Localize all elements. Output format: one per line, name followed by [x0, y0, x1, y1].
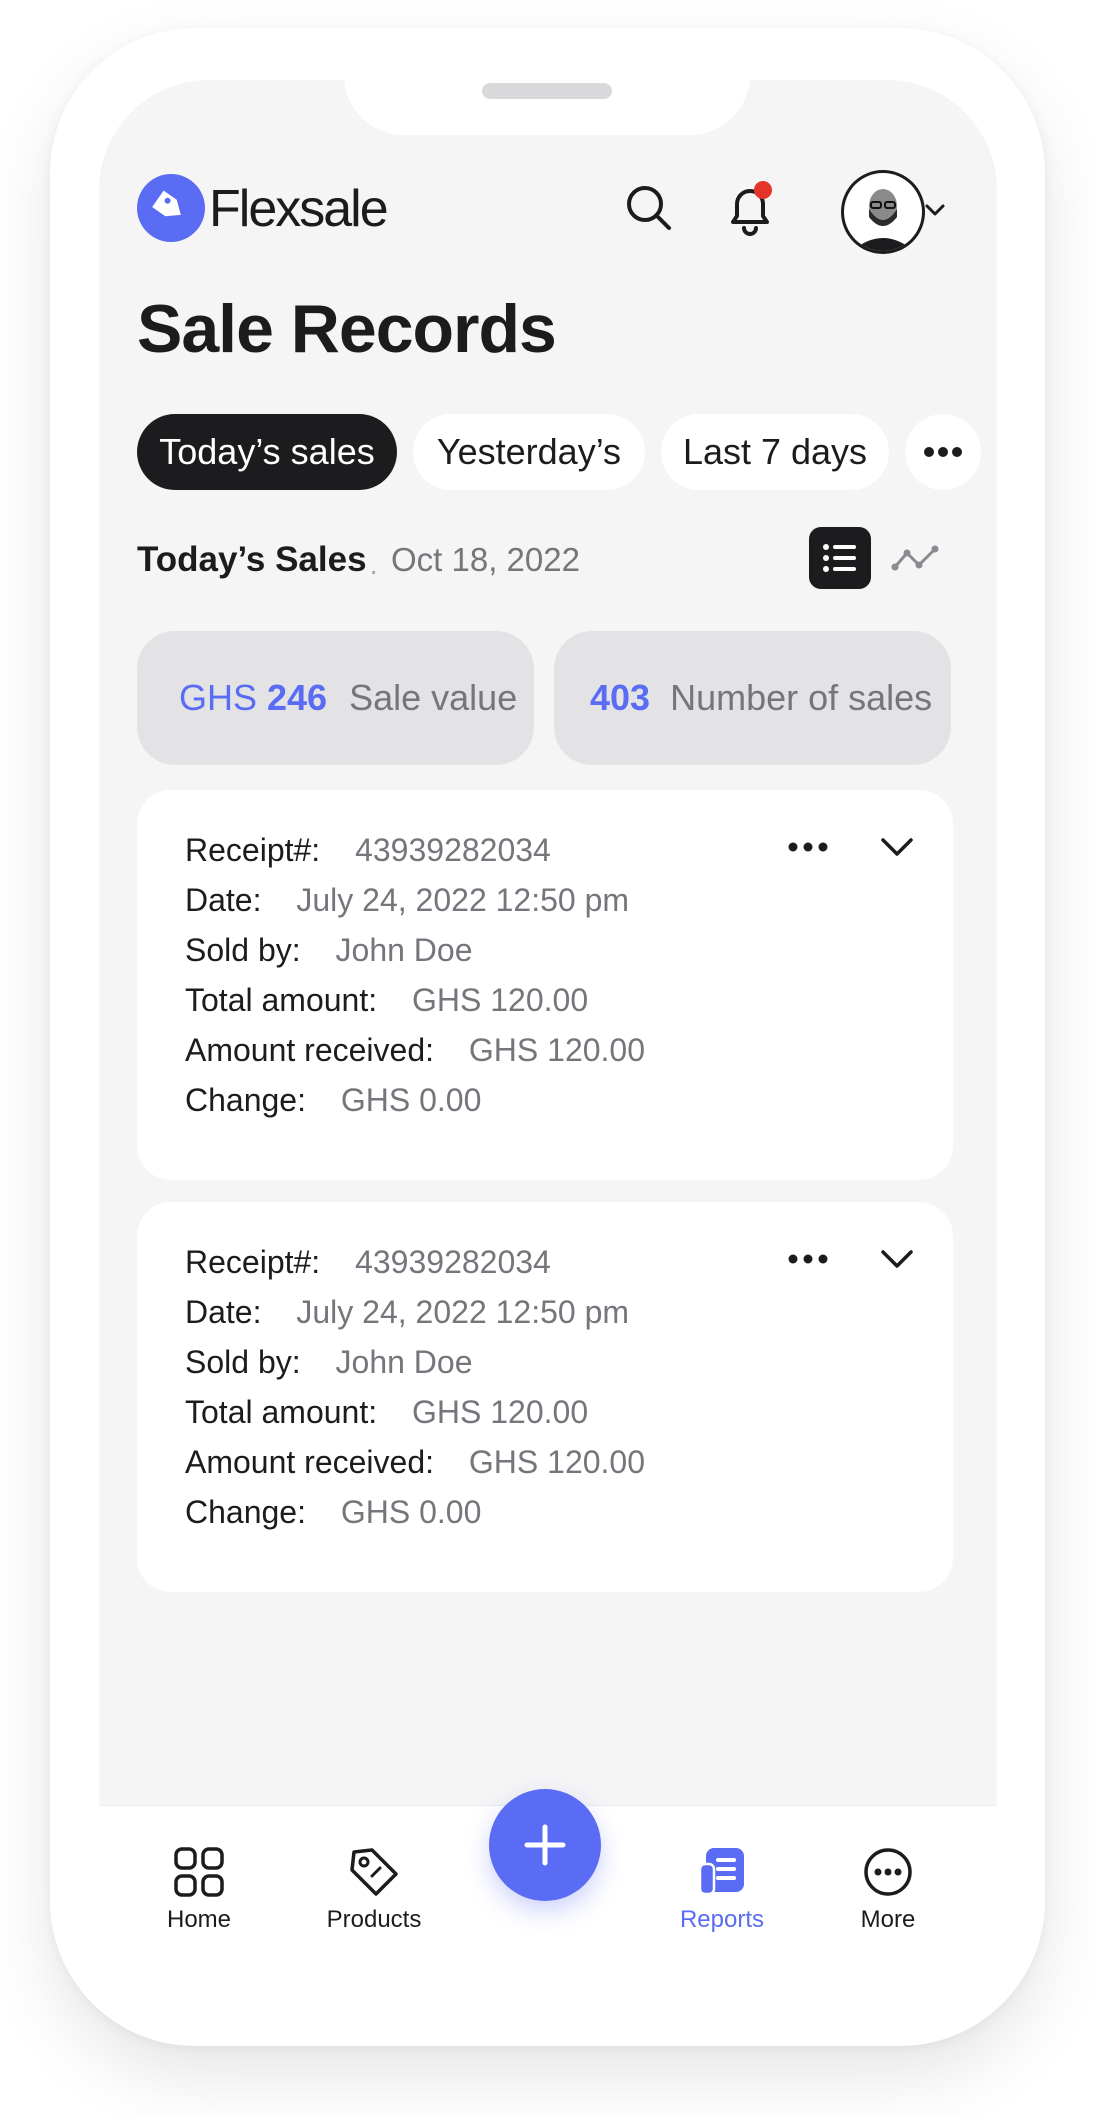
date-label: Date: [185, 882, 262, 918]
expand-receipt-button[interactable] [877, 1242, 917, 1276]
number-of-sales-card: 403 Number of sales [554, 631, 951, 765]
app-screen: Flexsale Sale Records Today’s sales Yest [99, 80, 997, 1993]
plus-icon [524, 1824, 566, 1866]
avatar[interactable] [841, 170, 925, 254]
sale-value-label: Sale value [349, 677, 518, 718]
change-row: Change: GHS 0.00 [185, 1494, 481, 1531]
date-row: Date: July 24, 2022 12:50 pm [185, 1294, 629, 1331]
more-filters-button[interactable] [905, 414, 981, 490]
total-amount-row: Total amount: GHS 120.00 [185, 982, 588, 1019]
receipt-number-row: Receipt#: 43939282034 [185, 1244, 551, 1281]
sold-by-label: Sold by: [185, 932, 301, 968]
total-amount-row: Total amount: GHS 120.00 [185, 1394, 588, 1431]
receipt-number-label: Receipt#: [185, 832, 321, 868]
brand-logo-icon [137, 174, 205, 242]
receipt-number-row: Receipt#: 43939282034 [185, 832, 551, 869]
nav-label-home: Home [166, 1906, 232, 1933]
nav-item-home[interactable]: Home [159, 1846, 239, 1934]
total-amount-value: GHS 120.00 [412, 982, 589, 1018]
receipt-number-value: 43939282034 [355, 1244, 551, 1280]
list-icon [823, 544, 856, 572]
section-separator: · [369, 555, 379, 586]
date-row: Date: July 24, 2022 12:50 pm [185, 882, 629, 919]
date-value: July 24, 2022 12:50 pm [296, 1294, 630, 1330]
nav-item-products[interactable]: Products [309, 1846, 439, 1934]
sale-value-card: GHS 246 Sale value [137, 631, 534, 765]
nav-label-more: More [860, 1906, 916, 1933]
sale-value-currency: GHS [179, 677, 258, 718]
notifications-button[interactable] [717, 176, 783, 242]
date-label: Date: [185, 1294, 262, 1330]
line-chart-icon [891, 545, 939, 571]
list-view-button[interactable] [809, 527, 871, 589]
chevron-down-icon [881, 1250, 913, 1268]
receipt-number-label: Receipt#: [185, 1244, 321, 1280]
ellipsis-icon [788, 1254, 828, 1264]
total-amount-label: Total amount: [185, 982, 378, 1018]
nav-label-products: Products [326, 1906, 422, 1933]
account-menu-button[interactable] [921, 196, 949, 224]
sold-by-value: John Doe [335, 932, 473, 968]
chart-view-button[interactable] [887, 532, 943, 584]
grid-icon [174, 1847, 224, 1897]
amount-received-value: GHS 120.00 [468, 1032, 646, 1068]
date-value: July 24, 2022 12:50 pm [296, 882, 630, 918]
brand-name: Flexsale [209, 180, 389, 238]
amount-received-label: Amount received: [185, 1032, 435, 1068]
ellipsis-icon [924, 447, 962, 457]
tab-yesterdays[interactable]: Yesterday’s [413, 414, 645, 490]
number-of-sales-amount: 403 [590, 677, 651, 718]
page-title: Sale Records [137, 291, 557, 367]
number-of-sales-label: Number of sales [670, 677, 933, 718]
sold-by-value: John Doe [335, 1344, 473, 1380]
search-button[interactable] [621, 180, 677, 236]
chevron-down-icon [881, 838, 913, 856]
total-amount-value: GHS 120.00 [412, 1394, 589, 1430]
chevron-down-icon [925, 204, 945, 216]
section-title: Today’s Sales [137, 540, 367, 579]
sold-by-row: Sold by: John Doe [185, 932, 473, 969]
amount-received-row: Amount received: GHS 120.00 [185, 1032, 645, 1069]
expand-receipt-button[interactable] [877, 830, 917, 864]
change-label: Change: [185, 1494, 306, 1530]
sold-by-label: Sold by: [185, 1344, 301, 1380]
amount-received-row: Amount received: GHS 120.00 [185, 1444, 645, 1481]
add-sale-button[interactable] [489, 1789, 601, 1901]
change-label: Change: [185, 1082, 306, 1118]
speaker [482, 83, 612, 99]
receipt-card[interactable]: Receipt#: 43939282034 Date: July 24, 202… [137, 1202, 953, 1592]
bell-icon [731, 181, 772, 236]
nav-item-more[interactable]: More [843, 1846, 933, 1934]
change-value: GHS 0.00 [340, 1494, 482, 1530]
amount-received-label: Amount received: [185, 1444, 435, 1480]
ellipsis-icon [788, 842, 828, 852]
nav-label-reports: Reports [679, 1906, 765, 1933]
sold-by-row: Sold by: John Doe [185, 1344, 473, 1381]
change-value: GHS 0.00 [340, 1082, 482, 1118]
notch [344, 80, 750, 135]
nav-item-reports[interactable]: Reports [667, 1846, 777, 1934]
more-circle-icon [864, 1848, 912, 1896]
receipt-number-value: 43939282034 [355, 832, 551, 868]
receipt-options-button[interactable] [783, 832, 833, 862]
amount-received-value: GHS 120.00 [468, 1444, 646, 1480]
sale-value-amount: 246 [267, 677, 328, 718]
report-icon [698, 1848, 744, 1896]
receipt-options-button[interactable] [783, 1244, 833, 1274]
tag-icon [350, 1848, 398, 1896]
receipt-card[interactable]: Receipt#: 43939282034 Date: July 24, 202… [137, 790, 953, 1180]
total-amount-label: Total amount: [185, 1394, 378, 1430]
change-row: Change: GHS 0.00 [185, 1082, 481, 1119]
section-date: Oct 18, 2022 [391, 541, 580, 578]
tab-last-7-days[interactable]: Last 7 days [661, 414, 889, 490]
search-icon [627, 186, 671, 230]
tab-todays-sales[interactable]: Today’s sales [137, 414, 397, 490]
